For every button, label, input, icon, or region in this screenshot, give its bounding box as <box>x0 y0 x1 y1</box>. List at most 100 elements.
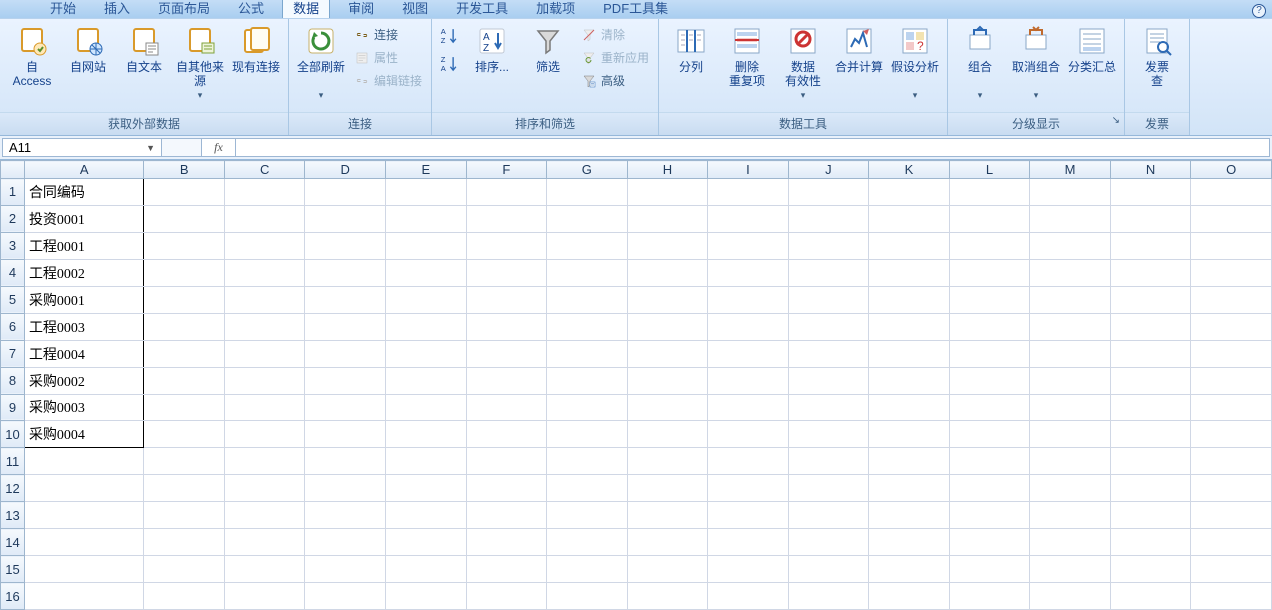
cell-C13[interactable] <box>224 502 305 529</box>
cell-E12[interactable] <box>386 475 467 502</box>
cell-E10[interactable] <box>386 421 467 448</box>
cell-F15[interactable] <box>466 556 547 583</box>
cell-H9[interactable] <box>627 394 708 421</box>
cell-H8[interactable] <box>627 367 708 394</box>
tab-加载项[interactable]: 加载项 <box>526 0 585 18</box>
cell-G14[interactable] <box>547 529 628 556</box>
cell-H1[interactable] <box>627 179 708 206</box>
cell-D12[interactable] <box>305 475 386 502</box>
cell-B8[interactable] <box>144 367 225 394</box>
cell-N13[interactable] <box>1110 502 1191 529</box>
cell-K11[interactable] <box>869 448 950 475</box>
tab-插入[interactable]: 插入 <box>94 0 140 18</box>
row-header-6[interactable]: 6 <box>1 313 25 340</box>
cell-D6[interactable] <box>305 313 386 340</box>
cell-A15[interactable] <box>24 556 143 583</box>
cell-C16[interactable] <box>224 583 305 610</box>
cell-D8[interactable] <box>305 367 386 394</box>
row-header-9[interactable]: 9 <box>1 394 25 421</box>
tab-视图[interactable]: 视图 <box>392 0 438 18</box>
cell-E3[interactable] <box>386 232 467 259</box>
cell-A10[interactable]: 采购0004 <box>24 421 143 448</box>
cell-H7[interactable] <box>627 340 708 367</box>
cell-F8[interactable] <box>466 367 547 394</box>
cell-D3[interactable] <box>305 232 386 259</box>
cell-N4[interactable] <box>1110 259 1191 286</box>
cell-K8[interactable] <box>869 367 950 394</box>
row-header-14[interactable]: 14 <box>1 529 25 556</box>
cell-F9[interactable] <box>466 394 547 421</box>
cell-B5[interactable] <box>144 286 225 313</box>
col-header-A[interactable]: A <box>24 161 143 179</box>
cell-D13[interactable] <box>305 502 386 529</box>
cell-F4[interactable] <box>466 259 547 286</box>
cell-G2[interactable] <box>547 205 628 232</box>
cell-D2[interactable] <box>305 205 386 232</box>
cell-O7[interactable] <box>1191 340 1272 367</box>
cell-F6[interactable] <box>466 313 547 340</box>
cell-J3[interactable] <box>788 232 869 259</box>
cell-F11[interactable] <box>466 448 547 475</box>
cell-D10[interactable] <box>305 421 386 448</box>
cell-D9[interactable] <box>305 394 386 421</box>
cell-B12[interactable] <box>144 475 225 502</box>
cell-C7[interactable] <box>224 340 305 367</box>
ribbon-btn-db-access[interactable]: 自 Access <box>6 23 58 88</box>
cell-I13[interactable] <box>708 502 789 529</box>
cell-K16[interactable] <box>869 583 950 610</box>
cell-B7[interactable] <box>144 340 225 367</box>
cell-A1[interactable]: 合同编码 <box>24 179 143 206</box>
cell-G5[interactable] <box>547 286 628 313</box>
cell-I4[interactable] <box>708 259 789 286</box>
cell-M16[interactable] <box>1030 583 1111 610</box>
cell-J14[interactable] <box>788 529 869 556</box>
cell-M6[interactable] <box>1030 313 1111 340</box>
cell-C8[interactable] <box>224 367 305 394</box>
cell-B10[interactable] <box>144 421 225 448</box>
cell-E6[interactable] <box>386 313 467 340</box>
cell-M7[interactable] <box>1030 340 1111 367</box>
row-header-7[interactable]: 7 <box>1 340 25 367</box>
cell-F12[interactable] <box>466 475 547 502</box>
cell-M13[interactable] <box>1030 502 1111 529</box>
cell-C10[interactable] <box>224 421 305 448</box>
cell-O15[interactable] <box>1191 556 1272 583</box>
cell-L11[interactable] <box>949 448 1030 475</box>
cell-N16[interactable] <box>1110 583 1191 610</box>
cell-L7[interactable] <box>949 340 1030 367</box>
ribbon-btn-db-web[interactable]: 自网站 <box>62 23 114 88</box>
cell-H3[interactable] <box>627 232 708 259</box>
tab-页面布局[interactable]: 页面布局 <box>148 0 220 18</box>
ribbon-btn-db-other[interactable]: 自其他来源▾ <box>174 23 226 100</box>
cell-D7[interactable] <box>305 340 386 367</box>
col-header-B[interactable]: B <box>144 161 225 179</box>
cell-F1[interactable] <box>466 179 547 206</box>
cell-H11[interactable] <box>627 448 708 475</box>
ribbon-small-advanced[interactable]: 高级 <box>578 71 652 90</box>
cell-G16[interactable] <box>547 583 628 610</box>
cell-H6[interactable] <box>627 313 708 340</box>
cell-N12[interactable] <box>1110 475 1191 502</box>
row-header-15[interactable]: 15 <box>1 556 25 583</box>
ribbon-btn-subtotal[interactable]: 分类汇总 <box>1066 23 1118 88</box>
cell-B3[interactable] <box>144 232 225 259</box>
cell-L1[interactable] <box>949 179 1030 206</box>
cell-L5[interactable] <box>949 286 1030 313</box>
cell-E4[interactable] <box>386 259 467 286</box>
cell-M4[interactable] <box>1030 259 1111 286</box>
cell-N8[interactable] <box>1110 367 1191 394</box>
fx-icon[interactable]: fx <box>202 138 236 157</box>
cell-K12[interactable] <box>869 475 950 502</box>
cell-N5[interactable] <box>1110 286 1191 313</box>
cell-A12[interactable] <box>24 475 143 502</box>
cell-K10[interactable] <box>869 421 950 448</box>
cell-K14[interactable] <box>869 529 950 556</box>
cell-J10[interactable] <box>788 421 869 448</box>
cell-K1[interactable] <box>869 179 950 206</box>
cell-E16[interactable] <box>386 583 467 610</box>
cell-M8[interactable] <box>1030 367 1111 394</box>
col-header-F[interactable]: F <box>466 161 547 179</box>
cell-G7[interactable] <box>547 340 628 367</box>
cell-E11[interactable] <box>386 448 467 475</box>
cell-F10[interactable] <box>466 421 547 448</box>
